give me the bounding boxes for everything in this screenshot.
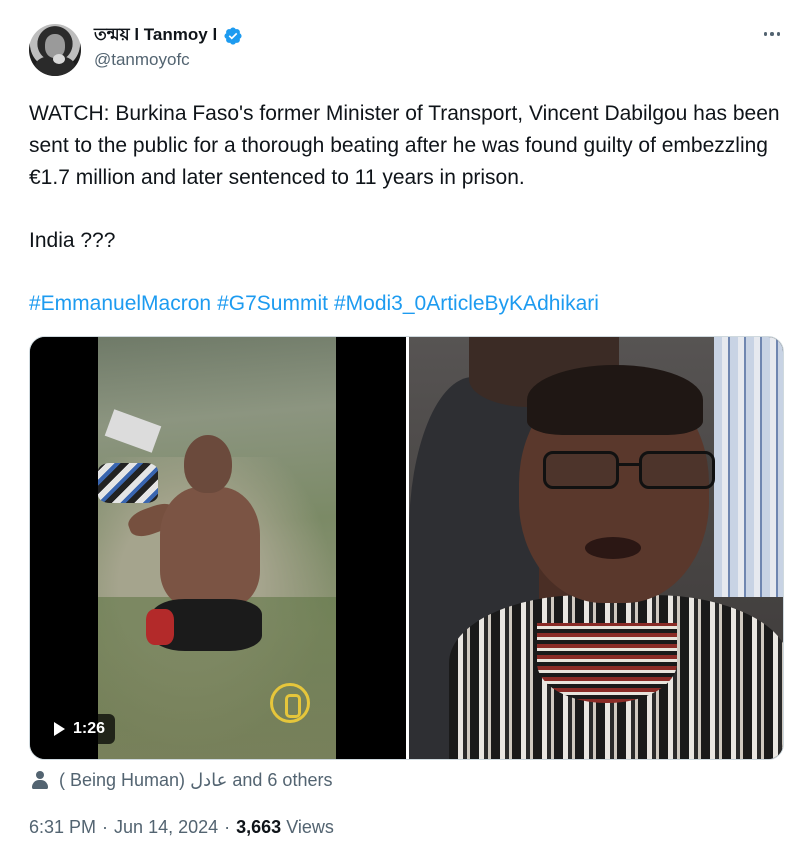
man-hair-shape	[527, 365, 703, 435]
tweet-date[interactable]: Jun 14, 2024	[114, 817, 218, 838]
tweet-paragraph: India ???	[29, 229, 116, 252]
person-icon	[31, 770, 49, 790]
glasses-shape	[543, 451, 719, 491]
video-duration: 1:26	[73, 720, 106, 737]
more-options-icon[interactable]	[760, 24, 784, 44]
play-icon	[54, 722, 65, 736]
watermark-logo-icon	[270, 683, 310, 723]
tweet-paragraph: WATCH: Burkina Faso's former Minister of…	[29, 102, 780, 189]
avatar-hand-shape	[53, 54, 65, 64]
cloth-shape	[104, 409, 162, 453]
meta-separator: ·	[224, 816, 231, 837]
verified-badge-icon	[223, 26, 243, 46]
video-play-badge[interactable]: 1:26	[44, 714, 116, 744]
media-grid: 1:26	[29, 336, 784, 760]
video-thumbnail[interactable]: 1:26	[30, 337, 406, 759]
tweet-meta-row: 6:31 PM · Jun 14, 2024 · 3,663 Views	[29, 813, 334, 841]
views-count: 3,663	[236, 816, 282, 837]
author-display-name[interactable]: তন্ময় l Tanmoy l	[94, 22, 217, 50]
shorts-red-shape	[146, 609, 174, 645]
tweet-text: WATCH: Burkina Faso's former Minister of…	[29, 98, 789, 257]
man-mouth-shape	[585, 537, 641, 559]
author-name-row[interactable]: তন্ময় l Tanmoy l	[94, 25, 243, 47]
person-head-shape	[184, 435, 232, 493]
hashtag-list: #EmmanuelMacron #G7Summit #Modi3_0Articl…	[29, 290, 599, 318]
liked-by-row[interactable]: ( Being Human) عادل and 6 others	[31, 766, 332, 794]
hashtag-link[interactable]: #G7Summit	[217, 290, 328, 318]
hashtag-link[interactable]: #EmmanuelMacron	[29, 290, 211, 318]
hashtag-link[interactable]: #Modi3_0ArticleByKAdhikari	[334, 290, 599, 318]
avatar[interactable]	[29, 24, 81, 76]
video-frame[interactable]	[98, 337, 336, 759]
striped-cloth-shape	[98, 463, 158, 503]
man-robe-collar-shape	[537, 623, 677, 703]
photo-thumbnail[interactable]	[409, 337, 783, 759]
tweet-card: তন্ময় l Tanmoy l @tanmoyofc WATCH: Burk…	[0, 0, 812, 846]
tweet-time[interactable]: 6:31 PM	[29, 817, 96, 838]
background-striped-shirt-shape	[714, 337, 783, 597]
liked-by-text[interactable]: ( Being Human) عادل and 6 others	[59, 770, 332, 791]
views-label: Views	[286, 816, 334, 837]
meta-separator: ·	[102, 816, 109, 837]
person-torso-shape	[160, 487, 260, 607]
author-handle[interactable]: @tanmoyofc	[94, 50, 190, 70]
